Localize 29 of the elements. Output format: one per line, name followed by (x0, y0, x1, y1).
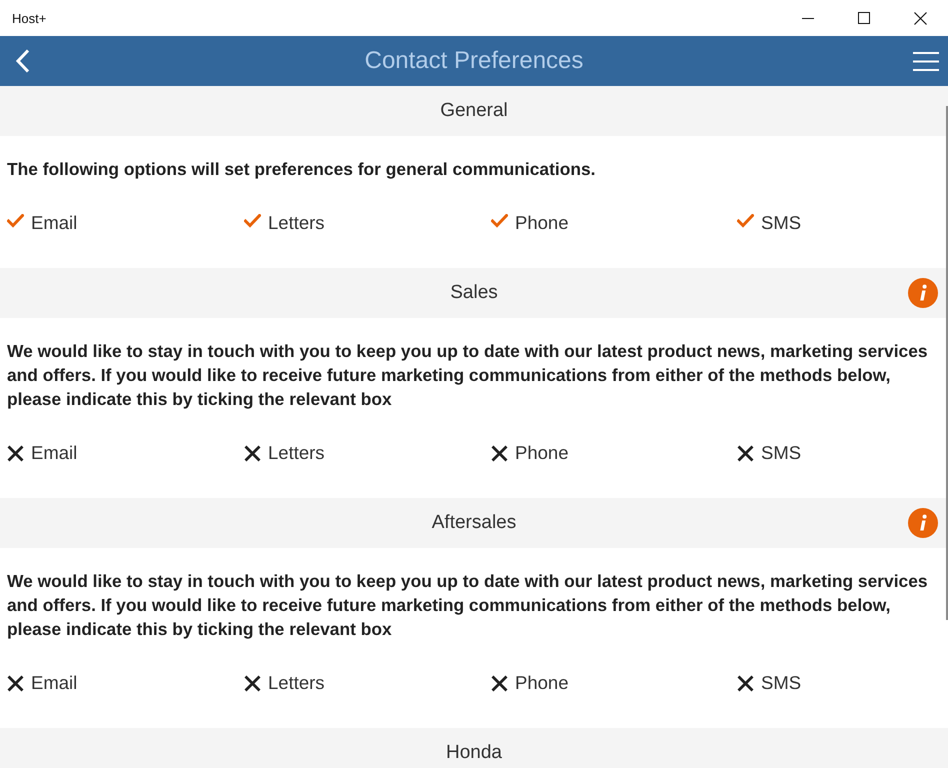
preference-option[interactable]: Email (7, 672, 78, 694)
section-title: Honda (446, 742, 502, 764)
page-title: Contact Preferences (364, 47, 584, 75)
section-description: We would like to stay in touch with you to keep you up to date with our latest product news, marketing services and offers. If you would like to receive future marketing communications from either of the methods below, please indicate this by ticking the relevant box (7, 340, 929, 411)
preference-option[interactable]: SMS (737, 672, 802, 694)
info-icon[interactable] (908, 508, 938, 538)
preference-option[interactable]: SMS (737, 442, 802, 464)
section-title: Aftersales (432, 512, 516, 534)
preference-option[interactable]: Letters (244, 672, 325, 694)
preference-option[interactable]: SMS (737, 212, 802, 234)
preference-option[interactable]: Phone (491, 672, 568, 694)
app-title: Host+ (12, 10, 46, 26)
preference-option[interactable]: Phone (491, 212, 568, 234)
section-title: General (440, 100, 508, 122)
info-icon[interactable] (908, 278, 938, 308)
preference-option[interactable]: Letters (244, 212, 325, 234)
close-icon (914, 12, 926, 24)
section-description: We would like to stay in touch with you to keep you up to date with our latest product news, marketing services and offers. If you would like to receive future marketing communications from either of the methods below, please indicate this by ticking the relevant box (7, 570, 929, 641)
back-icon (16, 49, 30, 73)
section-description: The following options will set preferences for general communications. (7, 158, 596, 181)
preference-option[interactable]: Email (7, 212, 78, 234)
preference-option[interactable]: Email (7, 442, 78, 464)
menu-icon (913, 52, 939, 70)
maximize-icon (858, 12, 870, 24)
menu-button[interactable] (912, 50, 940, 72)
scrollbar-thumb[interactable] (946, 106, 948, 620)
preference-option[interactable]: Phone (491, 442, 568, 464)
section-title: Sales (450, 282, 498, 304)
preference-option[interactable]: Letters (244, 442, 325, 464)
